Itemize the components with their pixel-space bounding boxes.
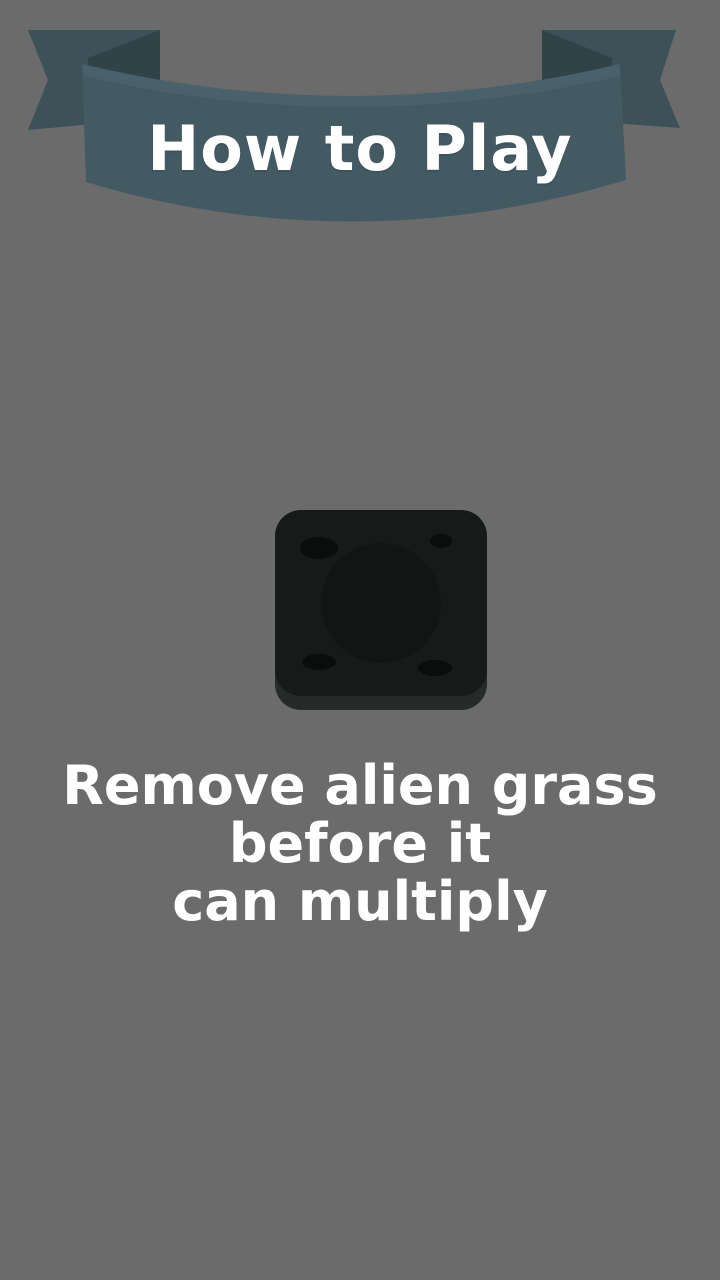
instruction-line-2: before it	[228, 812, 492, 875]
how-to-play-banner: How to Play	[0, 0, 720, 260]
instruction-line-1: Remove alien grass	[62, 754, 658, 817]
instruction-line-3: can multiply	[172, 870, 548, 933]
page-title: How to Play	[147, 112, 573, 185]
instruction-text: Remove alien grass before it can multipl…	[20, 757, 700, 931]
dark-grass-tile-icon	[275, 510, 487, 710]
